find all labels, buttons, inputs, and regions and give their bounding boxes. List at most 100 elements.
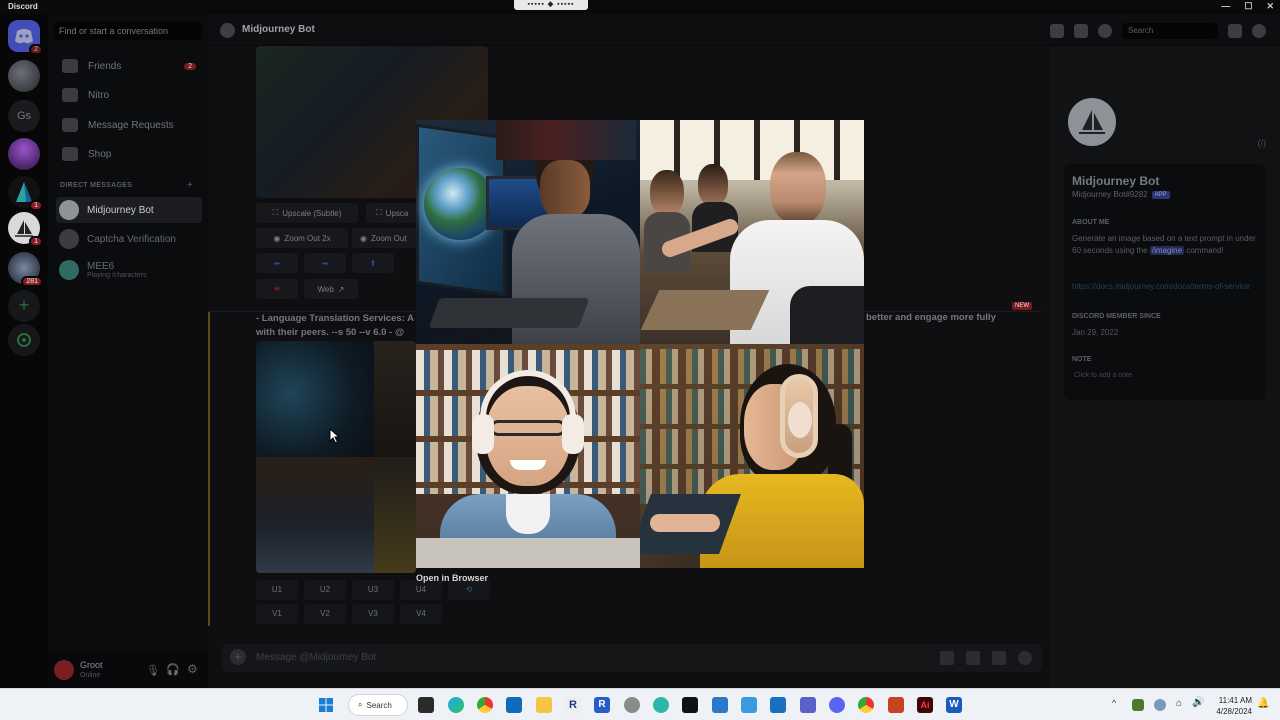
image-tile-1[interactable] <box>416 120 640 344</box>
file-explorer-icon[interactable] <box>536 697 552 713</box>
app-r-blue-icon[interactable]: R <box>594 697 610 713</box>
chevron-up-icon[interactable]: ^ <box>1112 698 1116 708</box>
server-icon[interactable] <box>8 138 40 170</box>
gif-icon[interactable] <box>966 651 980 665</box>
zoom-out-2x-button[interactable]: ◉ Zoom Out 2x <box>256 228 348 248</box>
explore-servers-icon[interactable] <box>8 324 40 356</box>
image-tile-3[interactable] <box>416 344 640 568</box>
home-discord-icon[interactable]: 2 <box>8 20 43 55</box>
system-clock[interactable]: 11:41 AM 4/28/2024 <box>1208 695 1252 717</box>
dm-item-midjourney[interactable]: Midjourney Bot <box>56 197 202 223</box>
slash-command-icon[interactable]: (/) <box>1258 138 1267 148</box>
taskbar-search[interactable]: ⌕ Search <box>348 694 408 716</box>
envelope-icon <box>62 118 78 132</box>
profile-icon[interactable] <box>1098 24 1112 38</box>
volume-icon[interactable]: 🔊 <box>1192 697 1204 708</box>
terms-link[interactable]: https://docs.midjourney.com/docs/terms-o… <box>1072 281 1264 292</box>
emoji-icon[interactable] <box>1018 651 1032 665</box>
app-icon[interactable] <box>770 697 786 713</box>
edge-icon[interactable] <box>448 697 464 713</box>
discord-taskbar-icon[interactable] <box>829 697 845 713</box>
v1-button[interactable]: V1 <box>256 604 298 624</box>
illustrator-icon[interactable]: Ai <box>917 697 933 713</box>
gift-icon[interactable] <box>940 651 954 665</box>
add-friend-icon[interactable] <box>1074 24 1088 38</box>
pan-right-button[interactable]: ➡ <box>304 253 346 273</box>
outlook-icon[interactable] <box>506 697 522 713</box>
u4-button[interactable]: U4 <box>400 580 442 600</box>
onedrive-icon[interactable] <box>1154 699 1166 711</box>
gear-icon[interactable]: ⚙ <box>187 662 198 676</box>
user-avatar[interactable] <box>54 660 74 680</box>
member-since-header: DISCORD MEMBER SINCE <box>1072 313 1161 320</box>
new-dm-icon[interactable]: + <box>187 180 193 191</box>
heart-button[interactable]: ❤ <box>256 279 298 299</box>
upscale-creative-button[interactable]: ⛶ Upsca <box>366 203 416 223</box>
server-icon[interactable]: 281 <box>8 252 43 287</box>
mouse-cursor-icon <box>329 428 341 444</box>
v2-button[interactable]: V2 <box>304 604 346 624</box>
microphone-icon[interactable]: 🎙 <box>146 664 160 677</box>
pin-icon[interactable] <box>1050 24 1064 38</box>
word-icon[interactable]: W <box>946 697 962 713</box>
profile-avatar[interactable] <box>1064 94 1120 150</box>
pan-left-button[interactable]: ⬅ <box>256 253 298 273</box>
v4-button[interactable]: V4 <box>400 604 442 624</box>
attach-plus-icon[interactable]: + <box>230 649 246 665</box>
new-messages-tag: NEW <box>1012 302 1032 310</box>
sticker-icon[interactable] <box>992 651 1006 665</box>
chrome-icon[interactable] <box>477 697 493 713</box>
capcut-icon[interactable] <box>682 697 698 713</box>
help-icon[interactable] <box>1252 24 1266 38</box>
snipping-tool-icon[interactable] <box>741 697 757 713</box>
server-icon[interactable]: 1 <box>8 176 43 211</box>
powerpoint-icon[interactable] <box>888 697 904 713</box>
maximize-icon[interactable]: ☐ <box>1244 1 1252 12</box>
task-view-icon[interactable] <box>418 697 434 713</box>
app-icon[interactable] <box>712 697 728 713</box>
note-input[interactable]: Click to add a note <box>1074 372 1132 379</box>
u2-button[interactable]: U2 <box>304 580 346 600</box>
dm-item-captcha[interactable]: Captcha Verification <box>56 226 202 252</box>
image-lightbox[interactable] <box>416 120 864 568</box>
reroll-button[interactable]: ⟲ <box>448 580 490 600</box>
find-conversation-input[interactable]: Find or start a conversation <box>54 22 202 40</box>
chrome-icon[interactable] <box>858 697 874 713</box>
pan-up-button[interactable]: ⬆ <box>352 253 394 273</box>
screen-recorder-handle[interactable]: ▪▪▪▪▪ ◆ ▪▪▪▪▪ <box>514 0 588 10</box>
image-tile-2[interactable] <box>640 120 864 344</box>
network-icon[interactable]: ⌂ <box>1176 698 1182 709</box>
server-icon[interactable] <box>8 60 40 92</box>
app-r-icon[interactable]: R <box>565 697 581 713</box>
close-icon[interactable]: ✕ <box>1266 1 1274 12</box>
app-icon[interactable] <box>624 697 640 713</box>
server-icon-gs[interactable]: Gs <box>8 100 40 132</box>
image-tile-4[interactable] <box>640 344 864 568</box>
v3-button[interactable]: V3 <box>352 604 394 624</box>
notification-bell-icon[interactable]: 🔔 <box>1257 698 1269 709</box>
message-composer[interactable]: + Message @Midjourney Bot <box>222 644 1042 672</box>
u3-button[interactable]: U3 <box>352 580 394 600</box>
windows-start-icon[interactable] <box>318 697 334 713</box>
midjourney-server-icon[interactable]: 1 <box>8 212 43 247</box>
zoom-out-custom-button[interactable]: ◉ Zoom Out <box>352 228 416 248</box>
add-server-icon[interactable]: + <box>8 290 40 322</box>
nav-friends[interactable]: Friends 2 <box>56 53 202 79</box>
tray-app-icon[interactable] <box>1132 699 1144 711</box>
open-in-browser-link[interactable]: Open in Browser <box>416 573 488 583</box>
dm-item-mee6[interactable]: MEE6 Playing /characters <box>56 256 202 284</box>
teams-icon[interactable] <box>800 697 816 713</box>
app-icon[interactable] <box>653 697 669 713</box>
u1-button[interactable]: U1 <box>256 580 298 600</box>
inbox-icon[interactable] <box>1228 24 1242 38</box>
generated-image-grid-thumbnail[interactable] <box>256 341 416 573</box>
nav-nitro[interactable]: Nitro <box>56 82 202 108</box>
imagine-command[interactable]: /imagine <box>1149 246 1185 255</box>
web-button[interactable]: Web ↗ <box>304 279 358 299</box>
upscale-subtle-button[interactable]: ⛶ Upscale (Subtle) <box>256 203 358 223</box>
nav-shop[interactable]: Shop <box>56 141 202 167</box>
headphones-icon[interactable]: 🎧 <box>166 663 180 676</box>
search-input[interactable]: Search <box>1122 23 1218 39</box>
nav-message-requests[interactable]: Message Requests <box>56 112 202 138</box>
minimize-icon[interactable]: — <box>1221 1 1230 12</box>
